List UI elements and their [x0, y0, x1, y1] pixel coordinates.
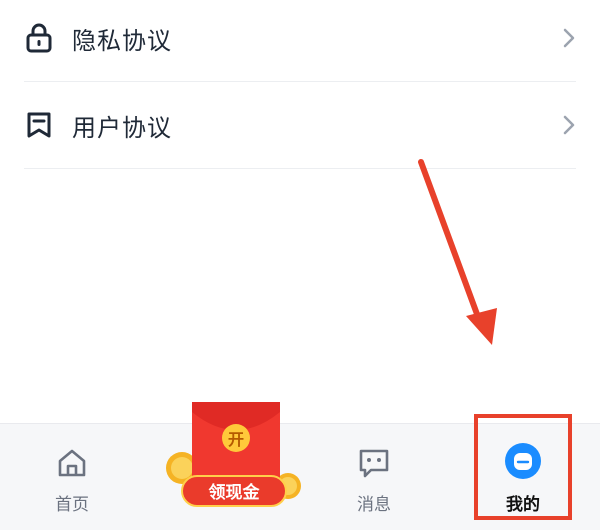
tab-home[interactable]: 首页 [22, 424, 122, 530]
tab-red-packet[interactable]: 开 领现金 [160, 400, 310, 510]
red-packet-label: 领现金 [209, 482, 261, 503]
tab-home-label: 首页 [55, 495, 89, 515]
home-icon [58, 449, 86, 477]
message-icon [359, 449, 389, 478]
tab-messages-label: 消息 [357, 495, 391, 515]
red-packet-icon: 开 领现金 [166, 402, 301, 507]
tab-messages[interactable]: 消息 [322, 424, 426, 530]
highlight-box [474, 414, 572, 520]
red-packet-badge: 开 [228, 430, 244, 449]
